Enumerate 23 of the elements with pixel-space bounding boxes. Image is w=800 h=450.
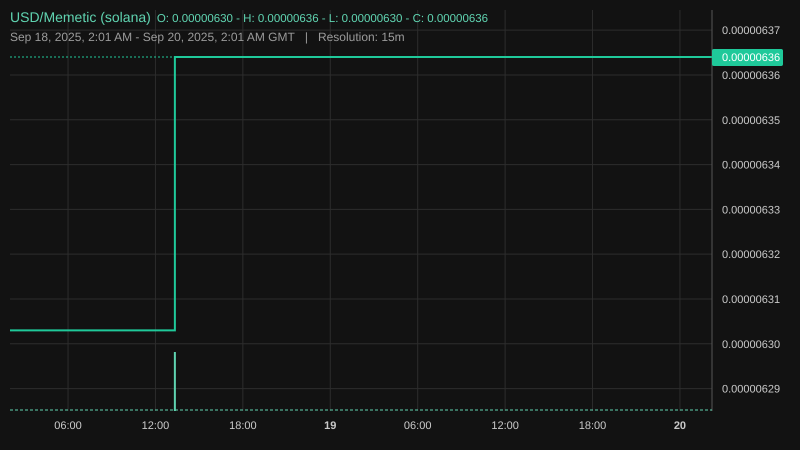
y-axis-label: 0.00000637 xyxy=(722,25,780,38)
y-axis-label: 0.00000631 xyxy=(722,294,780,306)
x-axis-label: 06:00 xyxy=(54,420,82,432)
x-axis-label: 18:00 xyxy=(229,420,257,432)
ohlc-values: O: 0.00000630 - H: 0.00000636 - L: 0.00000630 - C: 0.00000636 xyxy=(156,13,488,25)
x-axis-label: 12:00 xyxy=(491,420,519,432)
x-axis-label: 12:00 xyxy=(142,420,170,432)
resolution-label: Resolution: 15m xyxy=(318,30,405,44)
date-range: Sep 18, 2025, 2:01 AM - Sep 20, 2025, 2:01 AM GMT xyxy=(10,30,295,44)
price-badge: 0.00000636 xyxy=(712,49,783,66)
x-axis-label: 06:00 xyxy=(404,420,432,432)
x-axis-label: 20 xyxy=(674,420,686,432)
y-axis-label: 0.00000632 xyxy=(722,249,780,262)
chart-title: USD/Memetic (solana) xyxy=(10,9,151,25)
x-axis-label: 19 xyxy=(324,420,336,432)
y-axis-label: 0.00000629 xyxy=(722,384,780,396)
y-axis-label: 0.00000630 xyxy=(722,338,780,351)
separator: | xyxy=(304,30,308,44)
y-axis-label: 0.00000634 xyxy=(722,160,780,172)
y-axis-label: 0.00000636 xyxy=(722,70,780,82)
x-axis-label: 18:00 xyxy=(578,420,606,432)
y-axis-label: 0.00000633 xyxy=(722,204,780,216)
y-axis-label: 0.00000635 xyxy=(722,114,780,127)
